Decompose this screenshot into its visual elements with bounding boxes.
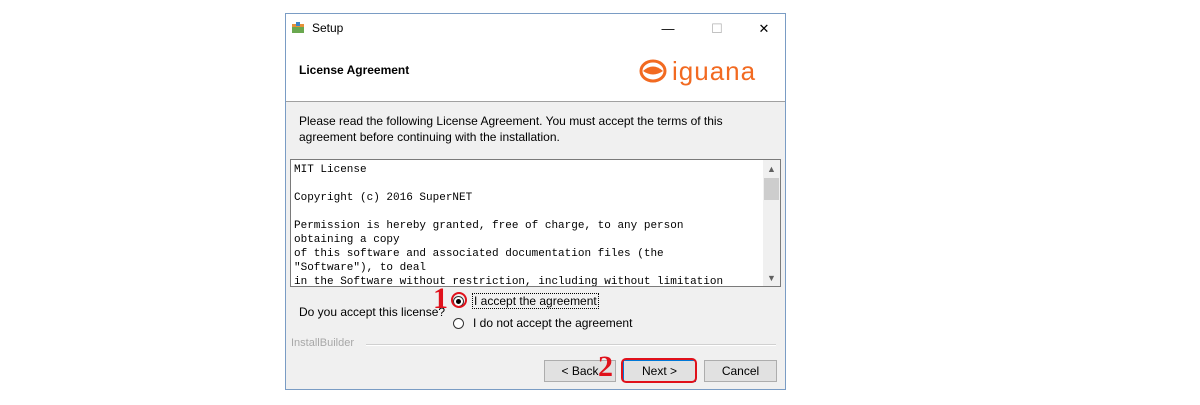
accept-option[interactable]: I accept the agreement <box>453 293 599 309</box>
accept-question: Do you accept this license? <box>299 305 446 319</box>
setup-window: Setup — ☐ ✕ License Agreement iguana Ple… <box>285 13 786 390</box>
accept-label[interactable]: I accept the agreement <box>472 293 599 309</box>
window-title: Setup <box>312 21 344 35</box>
license-text: MIT License Copyright (c) 2016 SuperNET … <box>294 164 724 287</box>
iguana-logo: iguana <box>638 55 768 87</box>
minimize-button[interactable]: — <box>645 14 691 43</box>
license-textarea[interactable]: MIT License Copyright (c) 2016 SuperNET … <box>290 159 781 287</box>
maximize-button[interactable]: ☐ <box>694 14 740 43</box>
scroll-up-arrow-icon[interactable]: ▲ <box>763 160 780 177</box>
footer-divider <box>366 344 776 346</box>
decline-option[interactable]: I do not accept the agreement <box>453 316 632 330</box>
page-title: License Agreement <box>299 63 410 77</box>
annotation-step-2: 2 <box>598 350 613 383</box>
setup-package-icon <box>292 22 304 33</box>
cancel-button[interactable]: Cancel <box>704 360 777 382</box>
title-bar: Setup — ☐ ✕ <box>286 14 785 43</box>
decline-label[interactable]: I do not accept the agreement <box>473 316 632 330</box>
license-scrollbar[interactable]: ▲ ▼ <box>763 160 780 286</box>
page-header: License Agreement iguana <box>286 43 785 102</box>
scroll-down-arrow-icon[interactable]: ▼ <box>763 269 780 286</box>
logo-text: iguana <box>672 55 757 86</box>
annotation-step-1: 1 <box>433 282 448 315</box>
annotation-rect <box>621 358 697 383</box>
intro-text: Please read the following License Agreem… <box>299 114 723 144</box>
annotation-circle <box>451 292 467 308</box>
decline-radio[interactable] <box>453 317 464 329</box>
scroll-thumb[interactable] <box>764 178 779 200</box>
iguana-logo-icon <box>639 59 667 83</box>
installbuilder-brand: InstallBuilder <box>291 337 354 349</box>
close-button[interactable]: ✕ <box>741 14 787 43</box>
